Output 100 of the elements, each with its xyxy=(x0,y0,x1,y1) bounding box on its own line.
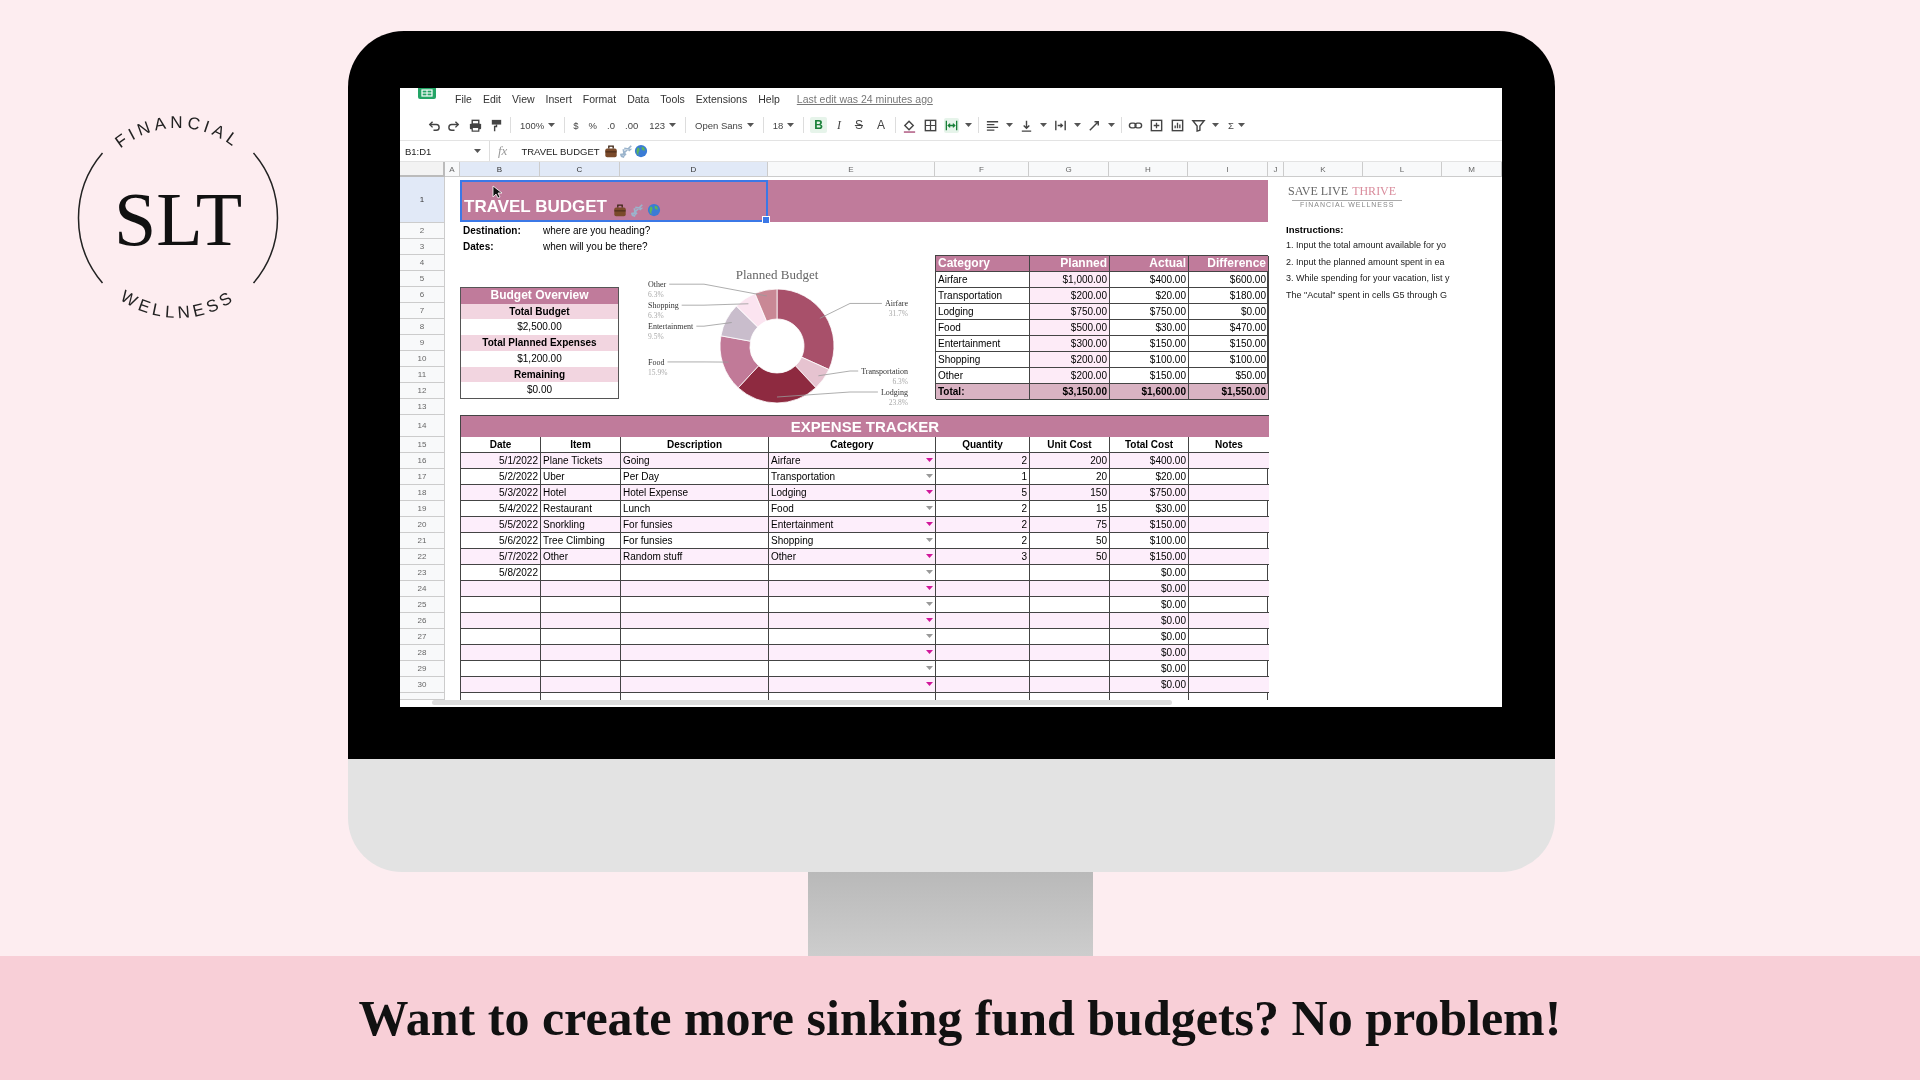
column-header[interactable]: F xyxy=(935,162,1029,177)
paint-format-icon[interactable] xyxy=(489,117,504,133)
category-dropdown[interactable]: Entertainment xyxy=(769,517,936,533)
table-cell: 200 xyxy=(1030,453,1110,469)
decrease-decimal-button[interactable]: .0 xyxy=(605,118,617,132)
row-header[interactable]: 21 xyxy=(400,533,445,549)
row-header[interactable]: 3 xyxy=(400,239,445,255)
row-header[interactable]: 29 xyxy=(400,661,445,677)
column-header[interactable]: I xyxy=(1188,162,1268,177)
row-header[interactable]: 17 xyxy=(400,469,445,485)
row-header[interactable]: 5 xyxy=(400,271,445,287)
menu-item[interactable]: Edit xyxy=(482,93,501,105)
column-header[interactable]: A xyxy=(445,162,460,177)
row-header[interactable]: 28 xyxy=(400,645,445,661)
number-format-dropdown[interactable]: 123 xyxy=(646,118,680,132)
italic-button[interactable]: I xyxy=(832,116,845,134)
row-header[interactable]: 8 xyxy=(400,319,445,335)
row-header[interactable]: 11 xyxy=(400,367,445,383)
comment-icon[interactable] xyxy=(1148,117,1164,133)
menu-item[interactable]: View xyxy=(512,93,535,105)
instruction-text: 3. While spending for your vacation, list y xyxy=(1286,272,1451,285)
caption-text: Want to create more sinking fund budgets? No problem! xyxy=(358,989,1562,1047)
column-header[interactable]: J xyxy=(1268,162,1284,177)
table-cell: Snorkling xyxy=(541,517,621,533)
row-header[interactable]: 18 xyxy=(400,485,445,501)
menu-item[interactable]: File xyxy=(455,93,472,105)
font-dropdown[interactable]: Open Sans xyxy=(692,118,757,132)
brand-name-accent: THRIVE xyxy=(1352,184,1397,199)
scrollbar-thumb[interactable] xyxy=(432,700,1172,705)
category-dropdown[interactable] xyxy=(769,581,936,597)
menu-item[interactable]: Data xyxy=(627,93,650,105)
row-header[interactable]: 16 xyxy=(400,453,445,469)
row-header[interactable]: 27 xyxy=(400,629,445,645)
row-header[interactable]: 25 xyxy=(400,597,445,613)
row-header[interactable]: 7 xyxy=(400,303,445,319)
fx-label: fx xyxy=(497,143,509,159)
row-header[interactable]: 9 xyxy=(400,335,445,351)
category-dropdown[interactable] xyxy=(769,645,936,661)
sheets-logo-icon[interactable] xyxy=(418,88,436,99)
currency-format-button[interactable]: $ xyxy=(571,118,581,132)
selected-range[interactable]: TRAVEL BUDGET xyxy=(460,180,768,222)
name-box[interactable]: B1:D1 xyxy=(400,141,490,161)
increase-decimal-button[interactable]: .00 xyxy=(623,118,641,132)
row-header[interactable]: 6 xyxy=(400,287,445,303)
last-edit-link[interactable]: Last edit was 24 minutes ago xyxy=(796,93,933,105)
table-cell: 5/7/2022 xyxy=(461,549,541,565)
category-dropdown[interactable]: Airfare xyxy=(769,453,936,469)
column-header[interactable]: M xyxy=(1442,162,1502,177)
column-header[interactable]: G xyxy=(1029,162,1109,177)
percent-format-button[interactable]: % xyxy=(586,118,600,132)
merge-cells-icon[interactable] xyxy=(943,117,959,133)
row-header[interactable]: 15 xyxy=(400,437,445,453)
row-header[interactable]: 10 xyxy=(400,351,445,367)
print-icon[interactable] xyxy=(468,117,483,133)
row-header[interactable]: 20 xyxy=(400,517,445,533)
table-cell: $1,550.00 xyxy=(1189,384,1269,400)
column-header[interactable]: K xyxy=(1284,162,1363,177)
leader-line xyxy=(667,361,729,363)
category-dropdown[interactable]: Other xyxy=(769,549,936,565)
borders-icon[interactable] xyxy=(922,117,938,133)
row-header[interactable]: 14 xyxy=(400,415,445,437)
bold-button[interactable]: B xyxy=(810,117,827,133)
column-header[interactable]: B xyxy=(460,162,540,177)
table-cell: $150.00 xyxy=(1110,336,1189,352)
table-cell: $20.00 xyxy=(1110,288,1189,304)
column-header[interactable]: L xyxy=(1363,162,1442,177)
menu-item[interactable]: Format xyxy=(582,93,617,105)
row-header[interactable]: 24 xyxy=(400,581,445,597)
table-cell: $600.00 xyxy=(1189,272,1269,288)
menu-item[interactable]: Insert xyxy=(545,93,572,105)
strikethrough-button[interactable]: S xyxy=(850,117,867,133)
category-dropdown[interactable] xyxy=(769,677,936,693)
row-header[interactable]: 12 xyxy=(400,383,445,399)
row-header[interactable]: 30 xyxy=(400,677,445,693)
category-dropdown[interactable]: Lodging xyxy=(769,485,936,501)
row-header[interactable]: 19 xyxy=(400,501,445,517)
table-cell: $0.00 xyxy=(1110,613,1189,629)
column-header[interactable]: H xyxy=(1109,162,1188,177)
row-header[interactable]: 1 xyxy=(400,177,445,223)
row-header[interactable]: 2 xyxy=(400,223,445,239)
insert-chart-icon[interactable] xyxy=(1169,117,1185,133)
category-dropdown[interactable] xyxy=(769,613,936,629)
filter-icon[interactable] xyxy=(1190,117,1206,133)
fill-handle[interactable] xyxy=(762,216,770,224)
row-header[interactable]: 4 xyxy=(400,255,445,271)
row-header[interactable]: 26 xyxy=(400,613,445,629)
functions-dropdown[interactable]: Σ xyxy=(1224,118,1248,132)
zoom-dropdown[interactable]: 100% xyxy=(517,118,559,132)
row-header[interactable]: 22 xyxy=(400,549,445,565)
font-size-dropdown[interactable]: 18 xyxy=(769,118,798,132)
row-header[interactable]: 23 xyxy=(400,565,445,581)
text-color-button[interactable]: A xyxy=(872,117,889,133)
menu-item[interactable]: Help xyxy=(758,93,780,105)
caret-icon xyxy=(669,122,677,128)
menu-item[interactable]: Extensions xyxy=(695,93,748,105)
row-header[interactable]: 13 xyxy=(400,399,445,415)
column-header[interactable]: E xyxy=(768,162,935,177)
column-header[interactable]: D xyxy=(620,162,768,177)
menu-item[interactable]: Tools xyxy=(660,93,685,105)
column-header[interactable]: C xyxy=(540,162,620,177)
